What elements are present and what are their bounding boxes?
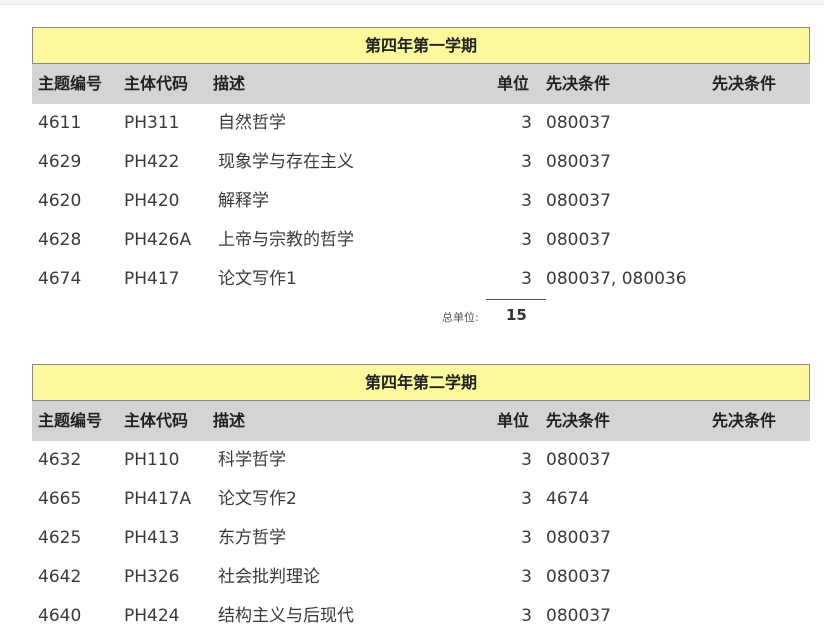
course-description: 东方哲学 bbox=[218, 528, 286, 548]
total-divider bbox=[486, 299, 546, 300]
table-header: 主题编号 主体代码 描述 单位 先决条件 先决条件 bbox=[32, 64, 810, 104]
course-code: PH326 bbox=[124, 567, 180, 587]
course-description: 结构主义与后现代 bbox=[218, 606, 354, 626]
total-units: 总单位: 15 bbox=[32, 299, 810, 333]
course-description: 科学哲学 bbox=[218, 450, 286, 470]
header-description: 描述 bbox=[213, 411, 246, 430]
course-id: 4674 bbox=[38, 269, 82, 289]
header-prerequisite-1: 先决条件 bbox=[546, 74, 611, 93]
course-units: 3 bbox=[521, 230, 532, 250]
course-code: PH420 bbox=[124, 191, 180, 211]
course-id: 4611 bbox=[38, 113, 82, 133]
header-prerequisite-1: 先决条件 bbox=[546, 411, 611, 430]
course-prerequisite: 080037 bbox=[546, 567, 611, 587]
course-id: 4628 bbox=[38, 230, 82, 250]
course-id: 4632 bbox=[38, 450, 82, 470]
table-row: 4642 PH326 社会批判理论 3 080037 bbox=[32, 558, 810, 597]
table-row: 4629 PH422 现象学与存在主义 3 080037 bbox=[32, 143, 810, 182]
header-prerequisite-2: 先决条件 bbox=[712, 74, 777, 93]
top-divider bbox=[0, 0, 824, 5]
course-units: 3 bbox=[521, 567, 532, 587]
course-units: 3 bbox=[521, 606, 532, 626]
table-row: 4628 PH426A 上帝与宗教的哲学 3 080037 bbox=[32, 221, 810, 260]
table-header: 主题编号 主体代码 描述 单位 先决条件 先决条件 bbox=[32, 401, 810, 441]
table-row: 4640 PH424 结构主义与后现代 3 080037 bbox=[32, 597, 810, 636]
course-prerequisite: 080037, 080036 bbox=[546, 269, 687, 289]
semester-title: 第四年第一学期 bbox=[32, 27, 810, 64]
table-row: 4632 PH110 科学哲学 3 080037 bbox=[32, 441, 810, 480]
total-units-label: 总单位: bbox=[442, 311, 479, 324]
course-description: 社会批判理论 bbox=[218, 567, 320, 587]
course-prerequisite: 080037 bbox=[546, 152, 611, 172]
course-units: 3 bbox=[521, 528, 532, 548]
course-units: 3 bbox=[521, 489, 532, 509]
table-row: 4665 PH417A 论文写作2 3 4674 bbox=[32, 480, 810, 519]
course-code: PH424 bbox=[124, 606, 180, 626]
course-id: 4665 bbox=[38, 489, 82, 509]
table-row: 4674 PH417 论文写作1 3 080037, 080036 bbox=[32, 260, 810, 299]
course-code: PH311 bbox=[124, 113, 180, 133]
course-id: 4642 bbox=[38, 567, 82, 587]
course-id: 4640 bbox=[38, 606, 82, 626]
header-units: 单位 bbox=[497, 74, 530, 93]
course-units: 3 bbox=[521, 191, 532, 211]
header-description: 描述 bbox=[213, 74, 246, 93]
semester-section-2: 第四年第二学期 主题编号 主体代码 描述 单位 先决条件 先决条件 4632 P… bbox=[32, 364, 810, 636]
course-description: 上帝与宗教的哲学 bbox=[218, 230, 354, 250]
course-description: 解释学 bbox=[218, 191, 269, 211]
table-row: 4611 PH311 自然哲学 3 080037 bbox=[32, 104, 810, 143]
course-code: PH417 bbox=[124, 269, 180, 289]
course-id: 4629 bbox=[38, 152, 82, 172]
course-code: PH417A bbox=[124, 489, 192, 509]
header-units: 单位 bbox=[497, 411, 530, 430]
course-prerequisite: 080037 bbox=[546, 528, 611, 548]
course-code: PH426A bbox=[124, 230, 192, 250]
course-prerequisite: 080037 bbox=[546, 606, 611, 626]
course-description: 现象学与存在主义 bbox=[218, 152, 354, 172]
course-units: 3 bbox=[521, 113, 532, 133]
header-prerequisite-2: 先决条件 bbox=[712, 411, 777, 430]
course-prerequisite: 080037 bbox=[546, 113, 611, 133]
semester-section-1: 第四年第一学期 主题编号 主体代码 描述 单位 先决条件 先决条件 4611 P… bbox=[32, 27, 810, 333]
header-topic-id: 主题编号 bbox=[38, 74, 103, 93]
total-units-value: 15 bbox=[506, 306, 527, 324]
semester-title: 第四年第二学期 bbox=[32, 364, 810, 401]
course-description: 论文写作2 bbox=[218, 489, 297, 509]
course-id: 4620 bbox=[38, 191, 82, 211]
course-prerequisite: 080037 bbox=[546, 191, 611, 211]
course-code: PH110 bbox=[124, 450, 180, 470]
course-units: 3 bbox=[521, 152, 532, 172]
table-row: 4625 PH413 东方哲学 3 080037 bbox=[32, 519, 810, 558]
table-row: 4620 PH420 解释学 3 080037 bbox=[32, 182, 810, 221]
course-code: PH413 bbox=[124, 528, 180, 548]
course-description: 论文写作1 bbox=[218, 269, 297, 289]
course-prerequisite: 080037 bbox=[546, 230, 611, 250]
header-subject-code: 主体代码 bbox=[124, 411, 189, 430]
course-id: 4625 bbox=[38, 528, 82, 548]
header-topic-id: 主题编号 bbox=[38, 411, 103, 430]
course-units: 3 bbox=[521, 450, 532, 470]
course-prerequisite: 4674 bbox=[546, 489, 590, 509]
course-units: 3 bbox=[521, 269, 532, 289]
course-prerequisite: 080037 bbox=[546, 450, 611, 470]
course-code: PH422 bbox=[124, 152, 180, 172]
header-subject-code: 主体代码 bbox=[124, 74, 189, 93]
course-description: 自然哲学 bbox=[218, 113, 286, 133]
